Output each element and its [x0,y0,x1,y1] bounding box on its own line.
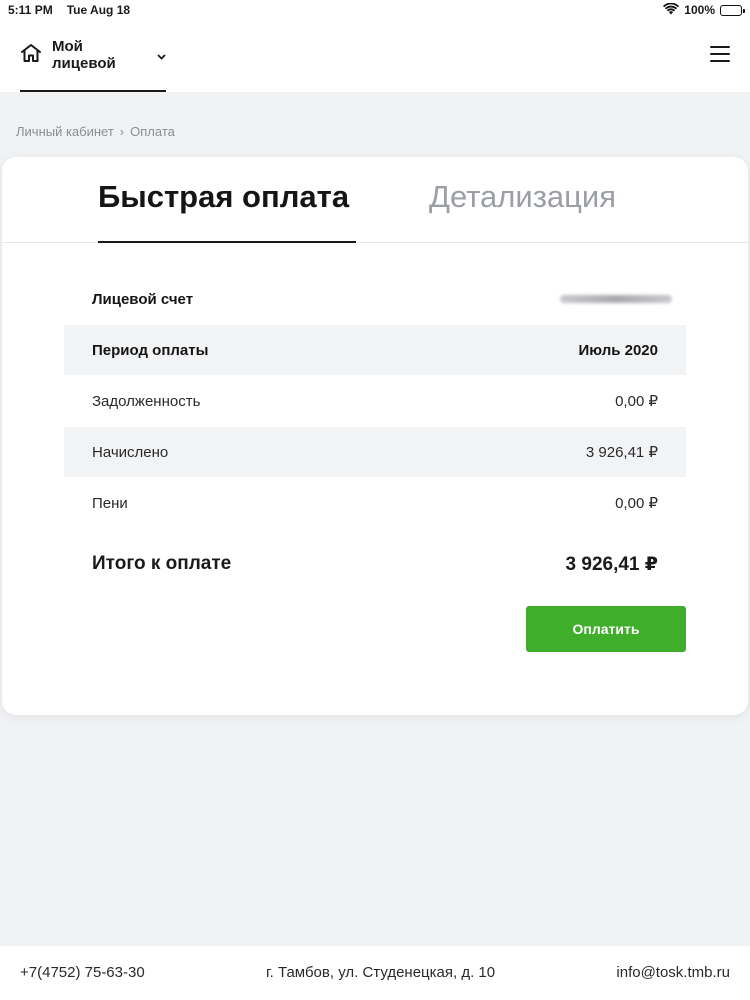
tab-bar: Быстрая оплата Детализация [2,157,748,243]
home-icon [20,43,42,68]
footer-email[interactable]: info@tosk.tmb.ru [616,964,730,981]
footer: +7(4752) 75-63-30 г. Тамбов, ул. Студене… [0,946,750,1000]
status-time: 5:11 PM [8,3,53,17]
row-label: Период оплаты [92,341,209,359]
battery-percent: 100% [684,3,715,17]
status-left: 5:11 PM Tue Aug 18 [8,3,130,17]
row-value: 0,00 ₽ [615,495,658,512]
row-account-number: Лицевой счет [64,274,686,324]
status-bar: 5:11 PM Tue Aug 18 100% [0,0,750,20]
row-label: Пени [92,494,128,512]
pay-button[interactable]: Оплатить [526,606,686,652]
total-label: Итого к оплате [92,553,232,574]
breadcrumb-item-cabinet[interactable]: Личный кабинет [16,124,114,139]
row-value: 3 926,41 ₽ [585,444,658,461]
wifi-icon [663,2,680,18]
row-penalty: Пени 0,00 ₽ [64,478,686,528]
row-label: Начислено [92,443,169,461]
row-value: Июль 2020 [578,341,658,359]
account-label: Мой лицевой [52,38,116,72]
row-value: 0,00 ₽ [615,393,658,410]
payment-card: Быстрая оплата Детализация Лицевой счет … [2,157,748,715]
total-value: 3 926,41 ₽ [565,553,658,575]
tab-details[interactable]: Детализация [429,179,616,243]
footer-address: г. Тамбов, ул. Студенецкая, д. 10 [266,964,496,981]
hamburger-menu-icon[interactable] [710,46,730,62]
breadcrumb: Личный кабинет › Оплата [16,124,175,139]
status-date: Tue Aug 18 [66,3,131,17]
breadcrumb-item-payment: Оплата [130,124,175,139]
footer-phone[interactable]: +7(4752) 75-63-30 [20,964,145,981]
battery-icon [720,4,745,16]
total-row: Итого к оплате 3 926,41 ₽ [64,547,686,581]
account-selector[interactable]: Мой лицевой [20,20,166,92]
row-label: Лицевой счет [92,290,194,308]
row-payment-period: Период оплаты Июль 2020 [64,325,686,375]
header: Мой лицевой [0,20,750,92]
status-right: 100% [663,2,745,18]
tab-quick-payment[interactable]: Быстрая оплата [98,179,356,243]
chevron-down-icon [157,51,166,63]
row-debt: Задолженность 0,00 ₽ [64,376,686,426]
breadcrumb-separator: › [119,124,125,139]
row-label: Задолженность [92,392,201,410]
row-accrued: Начислено 3 926,41 ₽ [64,427,686,477]
masked-account-value [560,295,672,303]
